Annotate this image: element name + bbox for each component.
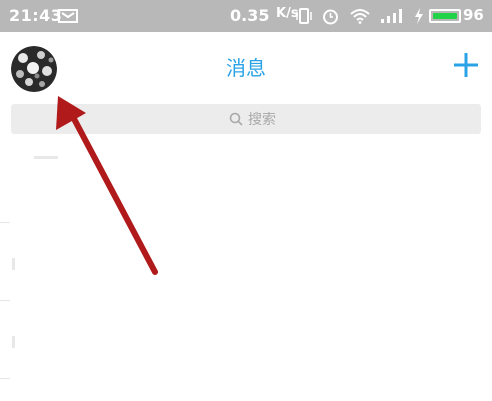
faded-mark: [12, 258, 15, 270]
divider: [0, 222, 10, 223]
battery-fill: [433, 13, 457, 19]
battery-level: 96: [463, 6, 484, 24]
wifi-icon: [350, 9, 370, 24]
status-time: 21:43: [9, 6, 63, 25]
search-bar[interactable]: 搜索: [11, 104, 481, 134]
network-speed: 0.35: [230, 6, 270, 25]
faded-mark: [12, 336, 15, 348]
charge-icon: [415, 8, 423, 24]
divider: [0, 300, 10, 301]
search-icon: [229, 112, 243, 126]
search-label: 搜索: [248, 112, 276, 128]
signal-icon: [381, 9, 402, 23]
add-icon[interactable]: [453, 52, 479, 78]
status-bar: 21:43 0.35 K/s 96: [0, 0, 492, 32]
vibrate-icon: [296, 8, 312, 24]
alarm-icon: [323, 9, 338, 25]
header: 消息: [0, 32, 492, 96]
sim-icon: [58, 9, 78, 23]
faded-mark: [34, 156, 58, 159]
divider: [0, 378, 10, 379]
page-title: 消息: [226, 56, 266, 80]
battery-icon: [429, 9, 461, 23]
